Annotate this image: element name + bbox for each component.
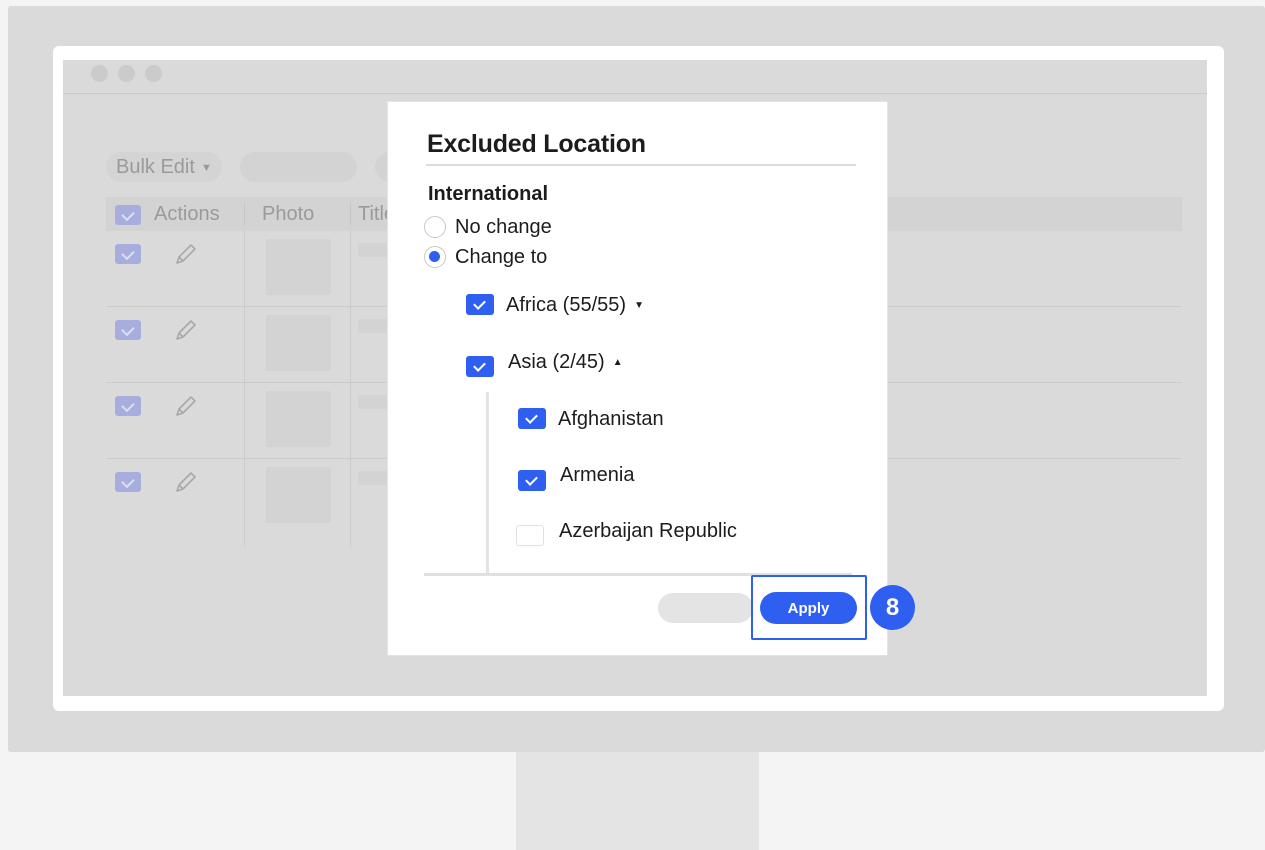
close-window-dot-icon[interactable]: [91, 65, 108, 82]
pencil-icon[interactable]: [170, 239, 200, 269]
minimize-window-dot-icon[interactable]: [118, 65, 135, 82]
title-placeholder: [358, 319, 388, 333]
region-label: Africa (55/55): [506, 294, 627, 316]
photo-thumbnail: [266, 315, 331, 371]
pencil-icon[interactable]: [170, 391, 200, 421]
radio-button-selected[interactable]: [424, 246, 446, 268]
row-checkbox[interactable]: [115, 472, 141, 492]
radio-option-change-to[interactable]: Change to: [424, 244, 547, 270]
checkbox-armenia[interactable]: [518, 470, 546, 491]
photo-thumbnail: [266, 467, 331, 523]
radio-label: Change to: [455, 245, 548, 268]
column-divider: [350, 203, 351, 225]
checkbox-afghanistan[interactable]: [518, 408, 546, 429]
checkbox-asia[interactable]: [466, 356, 494, 377]
step-number-badge: 8: [870, 585, 915, 630]
radio-label: No change: [455, 215, 552, 238]
row-checkbox[interactable]: [115, 244, 141, 264]
title-placeholder: [358, 395, 388, 409]
bulk-edit-dropdown[interactable]: Bulk Edit ▼: [106, 152, 222, 182]
title-placeholder: [358, 471, 388, 485]
region-item-asia[interactable]: Asia (2/45) ▲: [508, 351, 623, 374]
checkbox-africa[interactable]: [466, 294, 494, 315]
cancel-button[interactable]: [658, 593, 753, 623]
country-item-afghanistan[interactable]: Afghanistan: [558, 408, 664, 431]
caret-down-icon[interactable]: ▼: [634, 300, 644, 311]
title-placeholder: [358, 243, 388, 257]
monitor-stand: [516, 752, 759, 850]
highlight-box: [751, 575, 867, 640]
caret-down-icon: ▼: [200, 161, 212, 174]
excluded-location-dialog: Excluded Location International No chang…: [387, 101, 888, 656]
pencil-icon[interactable]: [170, 467, 200, 497]
dialog-title: Excluded Location: [427, 130, 646, 158]
maximize-window-dot-icon[interactable]: [145, 65, 162, 82]
region-label: Asia (2/45): [508, 351, 605, 373]
select-all-checkbox[interactable]: [115, 205, 141, 225]
title-divider: [426, 164, 856, 166]
tree-indent-line: [486, 392, 489, 574]
row-checkbox[interactable]: [115, 396, 141, 416]
title-bar-divider: [63, 93, 1207, 94]
checkbox-azerbaijan-republic[interactable]: [516, 525, 544, 546]
row-checkbox[interactable]: [115, 320, 141, 340]
country-item-armenia[interactable]: Armenia: [560, 464, 634, 487]
country-item-azerbaijan-republic[interactable]: Azerbaijan Republic: [559, 520, 737, 543]
bulk-edit-label: Bulk Edit: [116, 156, 195, 178]
column-header-photo: Photo: [262, 203, 315, 225]
column-header-actions: Actions: [154, 203, 220, 225]
section-label-international: International: [428, 183, 549, 205]
pencil-icon[interactable]: [170, 315, 200, 345]
column-divider: [244, 203, 245, 225]
window-controls: [91, 65, 162, 82]
photo-thumbnail: [266, 239, 331, 295]
region-item-africa[interactable]: Africa (55/55) ▼: [506, 294, 644, 317]
caret-up-icon[interactable]: ▲: [613, 357, 623, 368]
radio-option-no-change[interactable]: No change: [424, 214, 552, 240]
photo-thumbnail: [266, 391, 331, 447]
search-placeholder[interactable]: [240, 152, 357, 182]
radio-button[interactable]: [424, 216, 446, 238]
